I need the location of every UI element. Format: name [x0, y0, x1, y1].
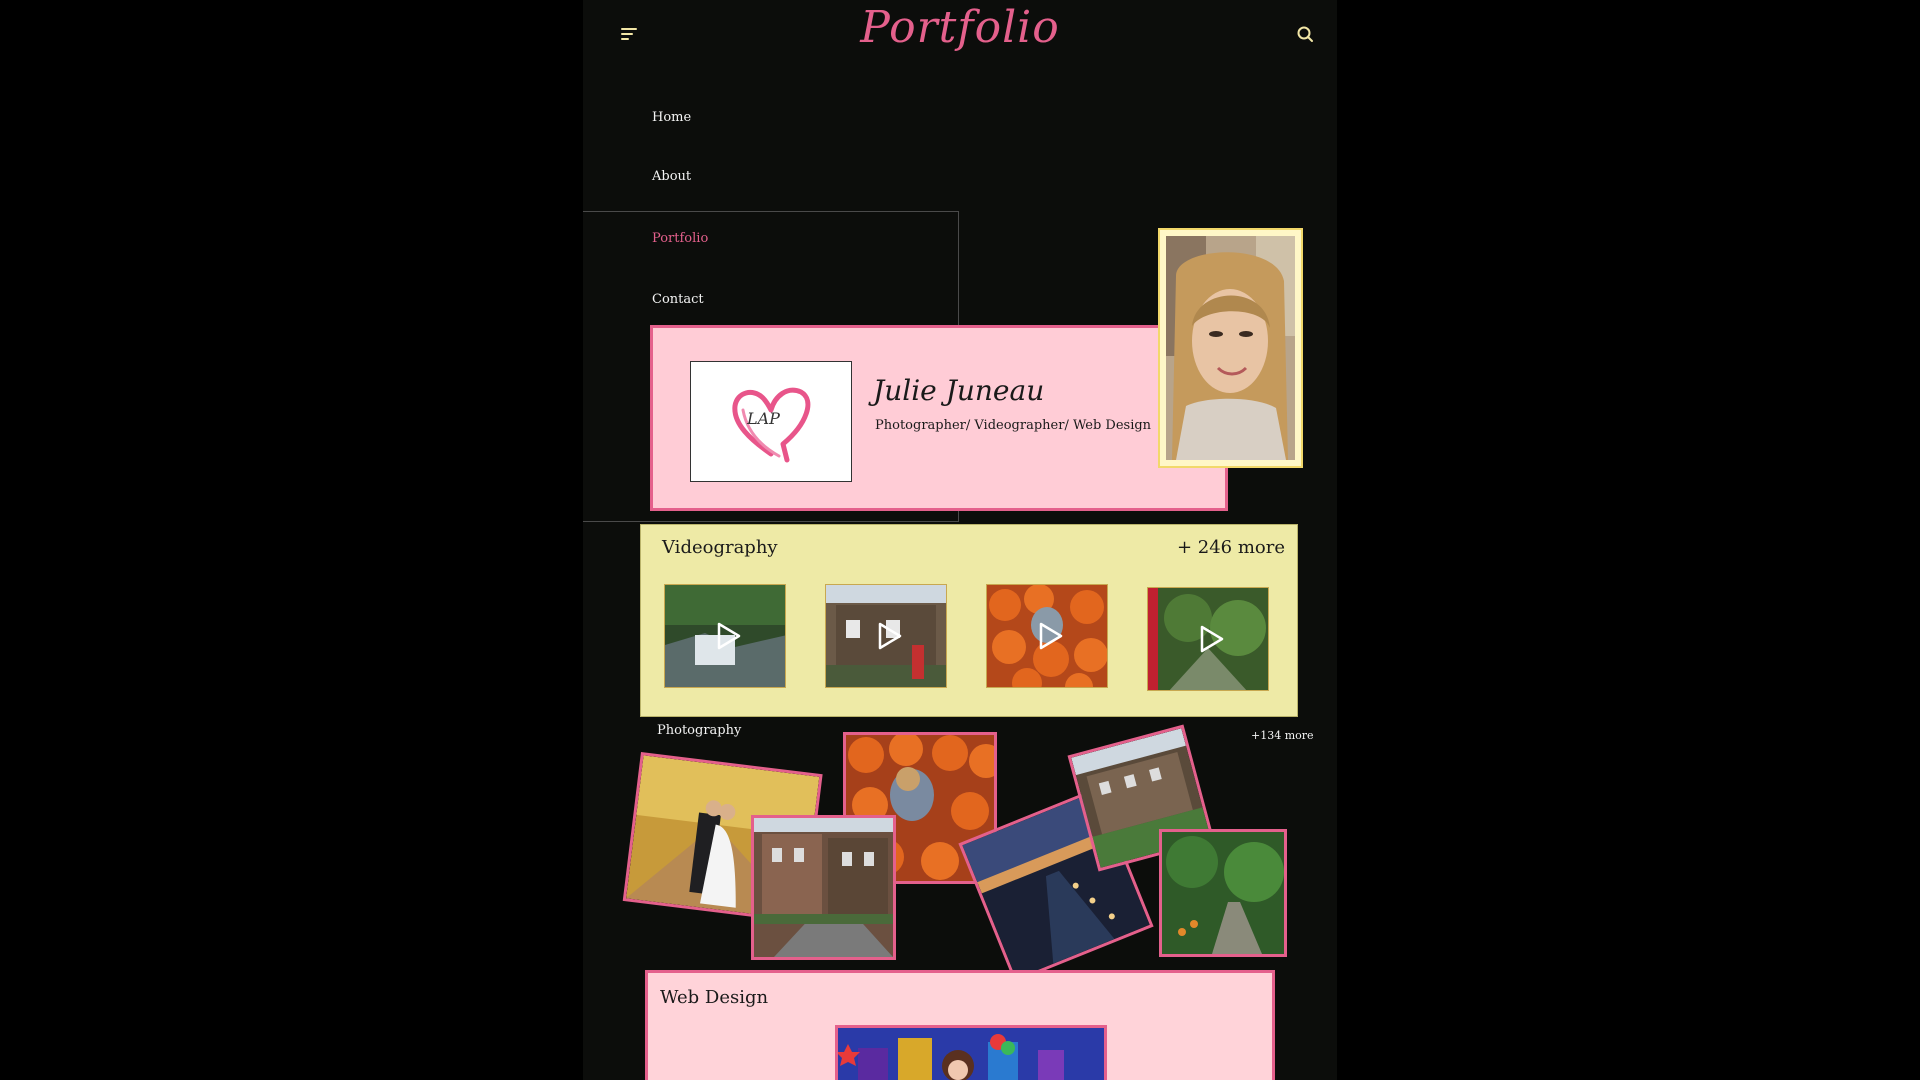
- profile-photo-frame: [1158, 228, 1303, 468]
- video-thumbnail[interactable]: [825, 584, 947, 688]
- videography-more-link[interactable]: + 246 more: [1177, 537, 1285, 558]
- site-title[interactable]: Portfolio: [583, 2, 1337, 53]
- photography-title: Photography: [657, 723, 742, 738]
- nav-item-portfolio[interactable]: Portfolio: [652, 231, 708, 246]
- web-design-panel: Web Design: [645, 970, 1275, 1080]
- photo-garden-path[interactable]: [1159, 829, 1287, 957]
- logo-monogram: LAP: [746, 409, 780, 428]
- photography-more-link[interactable]: +134 more: [1251, 729, 1314, 742]
- video-thumbnail[interactable]: [986, 584, 1108, 688]
- page: Portfolio Home About Portfolio Contact L…: [583, 0, 1337, 1080]
- play-icon: [717, 622, 741, 650]
- profile-name: Julie Juneau: [873, 374, 1045, 407]
- videography-title: Videography: [662, 537, 778, 558]
- video-thumbnail[interactable]: [1147, 587, 1269, 691]
- profile-card: LAP Julie Juneau Photographer/ Videograp…: [650, 325, 1228, 511]
- play-icon: [1200, 625, 1224, 653]
- videography-panel: Videography + 246 more: [640, 524, 1298, 717]
- web-design-preview[interactable]: [835, 1025, 1107, 1080]
- brand-logo: LAP: [690, 361, 852, 482]
- search-icon[interactable]: [1295, 24, 1315, 44]
- nav-item-contact[interactable]: Contact: [652, 292, 704, 307]
- nav-item-home[interactable]: Home: [652, 110, 691, 125]
- photo-mill-building[interactable]: [751, 815, 896, 960]
- play-icon: [878, 622, 902, 650]
- profile-subtitle: Photographer/ Videographer/ Web Design: [875, 418, 1152, 433]
- web-design-title: Web Design: [660, 987, 769, 1008]
- nav-item-about[interactable]: About: [652, 169, 691, 184]
- video-thumbnail[interactable]: [664, 584, 786, 688]
- profile-photo: [1166, 236, 1295, 460]
- play-icon: [1039, 622, 1063, 650]
